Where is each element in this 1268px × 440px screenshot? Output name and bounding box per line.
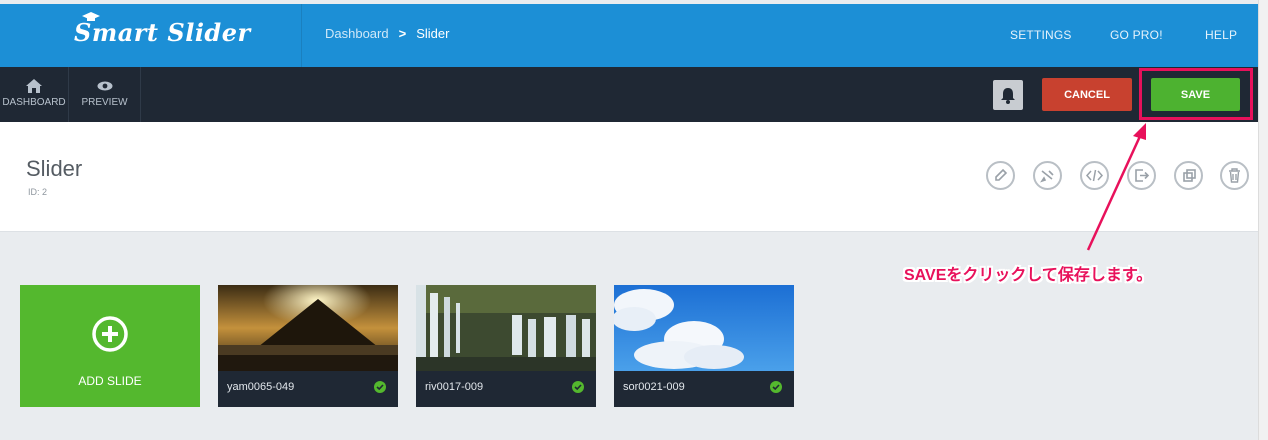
slide-thumbnail xyxy=(218,285,398,371)
duplicate-button[interactable] xyxy=(1174,161,1203,190)
nav-settings[interactable]: SETTINGS xyxy=(1010,28,1072,42)
add-slide-button[interactable]: ADD SLIDE xyxy=(20,285,200,407)
cancel-button[interactable]: CANCEL xyxy=(1042,78,1132,111)
slider-header: Slider ID: 2 xyxy=(0,122,1258,232)
toolbar-dashboard-label: DASHBOARD xyxy=(2,97,66,108)
trash-icon xyxy=(1229,168,1240,183)
export-button[interactable] xyxy=(1127,161,1156,190)
delete-button[interactable] xyxy=(1220,161,1249,190)
brush-icon xyxy=(1040,170,1054,183)
top-bar: Smart Slider Dashboard > Slider SETTINGS G… xyxy=(0,4,1258,67)
pencil-icon xyxy=(995,168,1008,181)
slide-name: sor0021-009 xyxy=(623,381,685,393)
breadcrumb-current[interactable]: Slider xyxy=(416,26,449,41)
page-title: Slider xyxy=(26,156,83,181)
breadcrumb: Dashboard > Slider xyxy=(325,26,449,41)
home-icon xyxy=(26,79,42,93)
slider-id: ID: 2 xyxy=(28,187,48,197)
style-button[interactable] xyxy=(1033,161,1062,190)
app-logo: Smart Slider xyxy=(74,18,251,47)
toolbar: DASHBOARD PREVIEW CANCEL SAVE xyxy=(0,67,1258,122)
edit-button[interactable] xyxy=(986,161,1015,190)
slide-card[interactable]: riv0017-009 xyxy=(416,285,596,407)
code-icon xyxy=(1085,169,1104,182)
add-slide-label: ADD SLIDE xyxy=(78,374,142,388)
save-highlight-box xyxy=(1139,68,1253,120)
code-button[interactable] xyxy=(1080,161,1109,190)
duplicate-icon xyxy=(1183,169,1196,182)
check-circle-icon xyxy=(770,381,782,393)
logo-area[interactable]: Smart Slider xyxy=(0,4,302,67)
bell-icon xyxy=(1001,88,1015,104)
export-icon xyxy=(1135,169,1150,182)
slide-card[interactable]: yam0065-049 xyxy=(218,285,398,407)
slide-thumbnail xyxy=(614,285,794,371)
eye-icon xyxy=(97,81,112,91)
slide-thumbnail xyxy=(416,285,596,371)
check-circle-icon xyxy=(374,381,386,393)
toolbar-preview[interactable]: PREVIEW xyxy=(69,67,141,122)
check-circle-icon xyxy=(572,381,584,393)
notifications-button[interactable] xyxy=(993,80,1023,110)
nav-gopro[interactable]: GO PRO! xyxy=(1110,28,1163,42)
plus-circle-icon xyxy=(92,316,128,352)
slide-card[interactable]: sor0021-009 xyxy=(614,285,794,407)
app-frame: Smart Slider Dashboard > Slider SETTINGS G… xyxy=(0,0,1258,440)
breadcrumb-dashboard[interactable]: Dashboard xyxy=(325,26,389,41)
toolbar-dashboard[interactable]: DASHBOARD xyxy=(0,67,69,122)
nav-help[interactable]: HELP xyxy=(1205,28,1237,42)
slide-name: yam0065-049 xyxy=(227,381,295,393)
annotation-text: SAVEをクリックして保存します。 xyxy=(904,267,1153,284)
page-scrollbar[interactable] xyxy=(1258,0,1268,440)
toolbar-preview-label: PREVIEW xyxy=(81,97,128,108)
breadcrumb-separator: > xyxy=(398,26,407,41)
slide-name: riv0017-009 xyxy=(425,381,484,393)
